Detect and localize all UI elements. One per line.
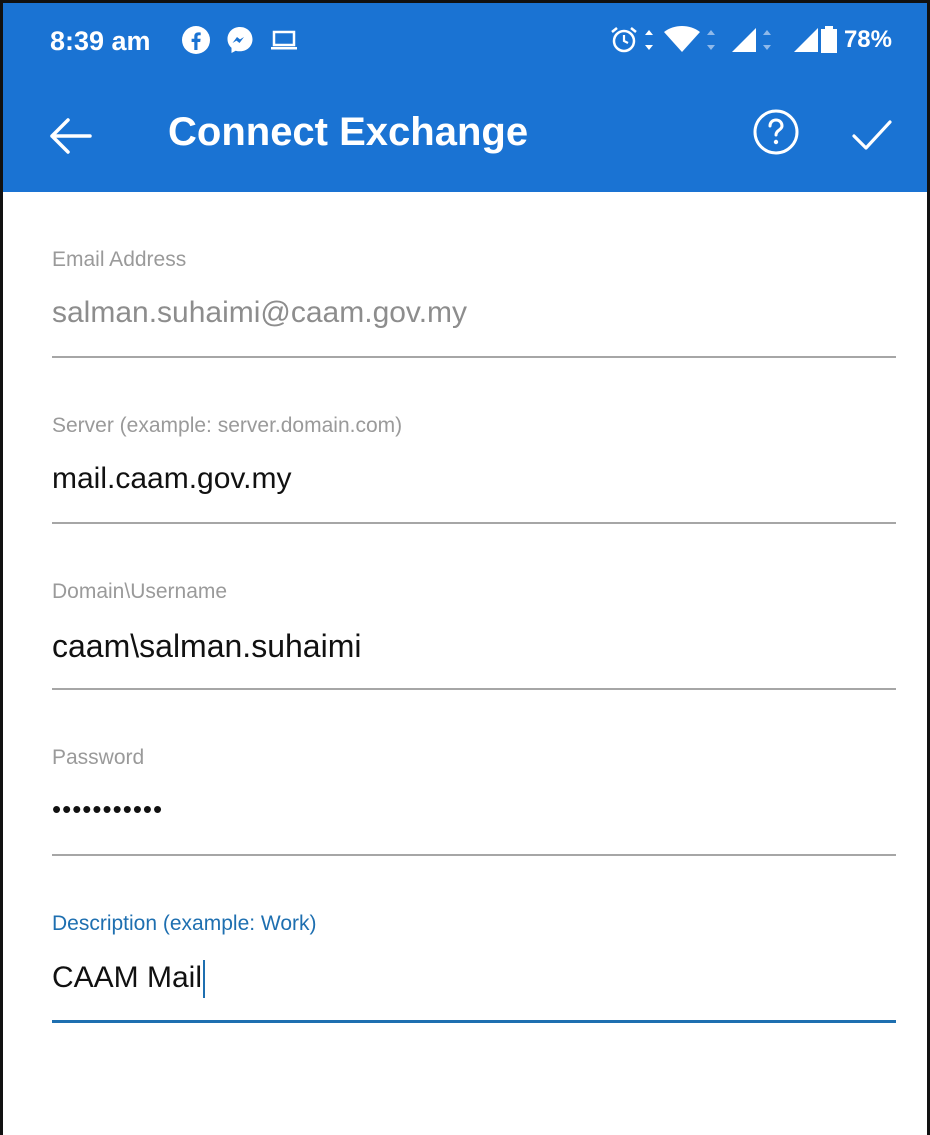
data-arrows-icon <box>645 30 653 50</box>
password-field[interactable]: Password ••••••••••• <box>52 736 896 902</box>
username-label: Domain\Username <box>52 580 228 603</box>
status-bar: 8:39 am 78% <box>0 0 930 88</box>
password-underline <box>52 854 896 856</box>
back-arrow-icon[interactable] <box>40 106 100 166</box>
exchange-form: Email Address salman.suhaimi@caam.gov.my… <box>52 238 896 1068</box>
alarm-icon <box>611 27 637 53</box>
checkmark-icon[interactable] <box>846 108 898 160</box>
server-input[interactable]: mail.caam.gov.my <box>52 462 896 496</box>
password-label: Password <box>52 746 145 769</box>
username-field[interactable]: Domain\Username caam\salman.suhaimi <box>52 570 896 736</box>
email-underline <box>52 356 896 358</box>
battery-percentage: 78% <box>843 26 892 53</box>
description-input[interactable]: CAAM Mail <box>52 960 206 998</box>
data-arrows-icon <box>763 30 771 50</box>
email-label: Email Address <box>52 248 187 271</box>
username-input[interactable]: caam\salman.suhaimi <box>52 628 896 665</box>
password-input[interactable]: ••••••••••• <box>52 794 896 825</box>
app-bar: 8:39 am 78% Connect Exchange <box>0 0 930 192</box>
laptop-icon <box>271 30 297 50</box>
wifi-icon <box>664 26 700 52</box>
facebook-icon <box>182 26 210 54</box>
battery-icon <box>821 26 837 53</box>
help-icon[interactable] <box>750 106 802 158</box>
data-arrows-icon <box>707 30 715 50</box>
server-label: Server (example: server.domain.com) <box>52 414 403 437</box>
status-time: 8:39 am <box>50 26 151 56</box>
page-title: Connect Exchange <box>168 110 529 154</box>
text-cursor <box>203 960 206 998</box>
username-underline <box>52 688 896 690</box>
description-label: Description (example: Work) <box>52 912 317 935</box>
messenger-icon <box>227 27 253 53</box>
toolbar: Connect Exchange <box>0 88 930 192</box>
server-field[interactable]: Server (example: server.domain.com) mail… <box>52 404 896 570</box>
signal-icon <box>732 28 756 52</box>
server-underline <box>52 522 896 524</box>
description-field[interactable]: Description (example: Work) CAAM Mail <box>52 902 896 1068</box>
description-value: CAAM Mail <box>52 960 203 994</box>
email-field[interactable]: Email Address salman.suhaimi@caam.gov.my <box>52 238 896 404</box>
email-value[interactable]: salman.suhaimi@caam.gov.my <box>52 296 896 330</box>
description-underline <box>52 1020 896 1023</box>
signal-icon <box>794 28 818 52</box>
